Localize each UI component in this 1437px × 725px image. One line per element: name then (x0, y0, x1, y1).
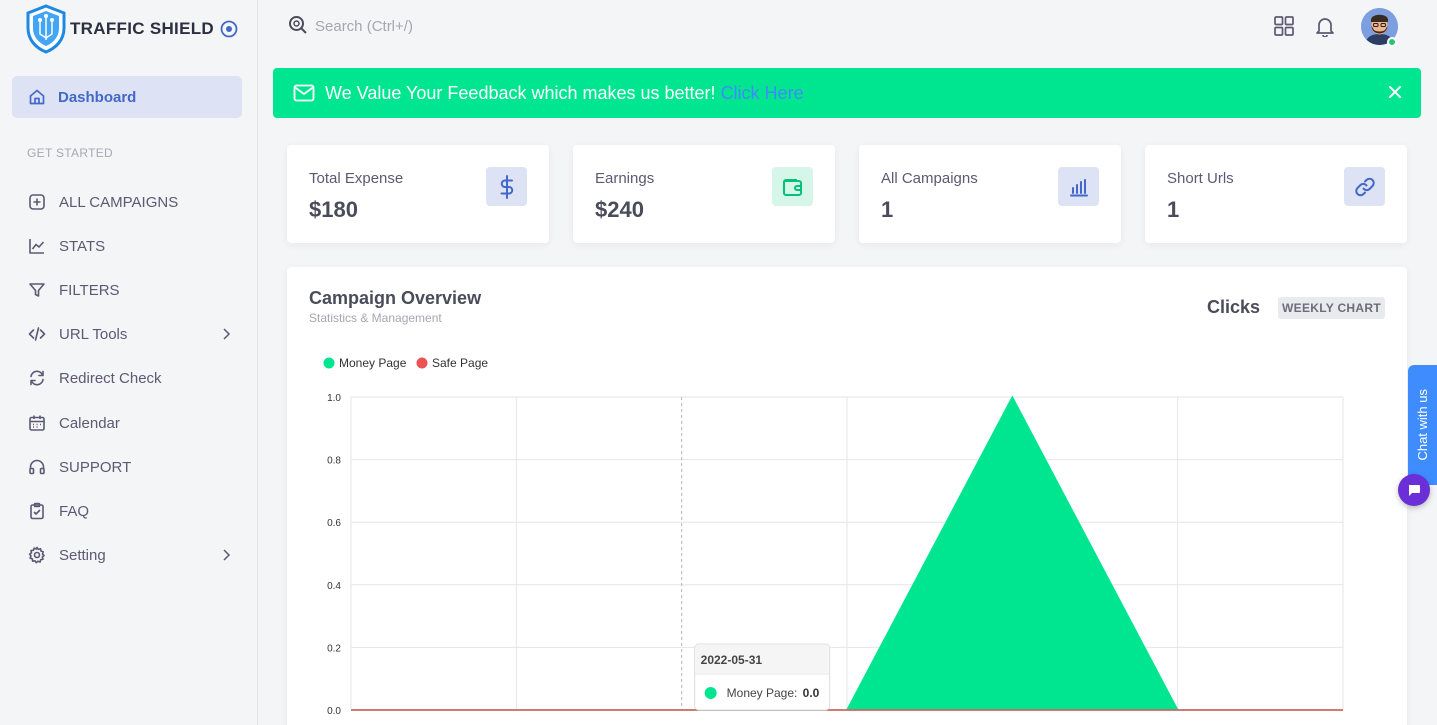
sidebar-item-label: Calendar (59, 414, 120, 432)
panel-metric-label: Clicks (1207, 297, 1261, 317)
code-icon (28, 327, 46, 341)
panel-subtitle: Statistics & Management (309, 311, 442, 325)
sidebar-item-filters[interactable]: FILTERS (28, 278, 238, 302)
sidebar-item-label: Setting (59, 546, 106, 564)
stat-card-earnings: Earnings $240 (573, 145, 835, 243)
sidebar-item-label: Dashboard (58, 88, 137, 106)
card-value: $240 (595, 197, 644, 222)
home-icon (29, 89, 45, 105)
card-value: $180 (309, 197, 358, 222)
sidebar-toggle-icon[interactable] (220, 20, 238, 38)
y-tick-label: 0.2 (327, 643, 341, 654)
y-tick-label: 1.0 (327, 393, 341, 404)
card-title: All Campaigns (881, 170, 978, 187)
tooltip-marker (704, 687, 717, 699)
sidebar-item-all-campaigns[interactable]: ALL CAMPAIGNS (28, 190, 238, 214)
apps-grid-icon[interactable] (1273, 15, 1295, 37)
clicks-area-chart: Money Page Safe Page 0.0 0.2 0.4 0.6 0.8 1.0 202… (323, 356, 1344, 717)
sidebar-item-label: URL Tools (59, 325, 128, 343)
search-icon (289, 16, 307, 34)
sidebar-item-stats[interactable]: STATS (28, 234, 238, 258)
sidebar-item-label: SUPPORT (59, 458, 132, 476)
weekly-chart-badge[interactable]: WEEKLY CHART (1278, 297, 1385, 319)
sidebar-item-label: STATS (59, 237, 106, 255)
sidebar-item-dashboard[interactable]: Dashboard (12, 76, 242, 118)
legend-label: Money Page (339, 356, 407, 370)
y-tick-label: 0.6 (327, 518, 341, 529)
chat-tab[interactable]: Chat with us (1408, 365, 1437, 485)
gear-icon (28, 546, 45, 564)
card-icon-box (486, 167, 527, 206)
brand-name: TRAFFIC SHIELD (70, 19, 214, 38)
bell-icon[interactable] (1314, 15, 1336, 37)
sidebar-item-calendar[interactable]: Calendar (28, 411, 238, 435)
tooltip-date: 2022-05-31 (701, 653, 763, 667)
section-header: GET STARTED (27, 146, 113, 160)
y-tick-label: 0.0 (327, 706, 341, 717)
online-status-dot (1387, 37, 1397, 47)
card-icon-box (1344, 167, 1385, 206)
legend-marker (416, 357, 428, 369)
wallet-icon (782, 178, 802, 196)
tooltip-value: 0.0 (803, 686, 820, 700)
card-icon-box (1058, 167, 1099, 206)
campaign-overview-panel: Campaign Overview Statistics & Managemen… (287, 267, 1407, 725)
chevron-right-icon (223, 328, 231, 340)
refresh-icon (30, 370, 44, 386)
feedback-banner: We Value Your Feedback which makes us be… (273, 68, 1421, 118)
sidebar-item-setting[interactable]: Setting (28, 543, 238, 567)
chat-tab-label: Chat with us (1415, 389, 1430, 461)
dollar-icon (500, 174, 513, 199)
search-input[interactable] (315, 14, 615, 38)
sidebar-item-label: FAQ (59, 502, 90, 520)
stat-card-total-expense: Total Expense $180 (287, 145, 549, 243)
card-icon-box (772, 167, 813, 206)
line-chart-icon (29, 239, 45, 254)
legend-marker (323, 357, 335, 369)
sidebar-item-label: FILTERS (59, 281, 120, 299)
filter-icon (29, 283, 45, 297)
sidebar-item-label: Redirect Check (59, 369, 162, 387)
banner-link[interactable]: Click Here (721, 83, 804, 104)
plus-square-icon (29, 194, 45, 210)
stat-card-all-campaigns: All Campaigns 1 (859, 145, 1121, 243)
card-title: Short Urls (1167, 170, 1234, 187)
card-value: 1 (881, 197, 894, 222)
sidebar-item-redirect-check[interactable]: Redirect Check (28, 366, 238, 390)
legend-label: Safe Page (432, 356, 488, 370)
sidebar: TRAFFIC SHIELD Dashboard GET STARTED ALL… (0, 0, 258, 725)
card-title: Total Expense (309, 170, 404, 187)
banner-text: We Value Your Feedback which makes us be… (325, 82, 716, 103)
chevron-right-icon (223, 549, 231, 561)
sidebar-item-faq[interactable]: FAQ (28, 499, 238, 523)
clipboard-check-icon (30, 502, 44, 520)
card-title: Earnings (595, 170, 655, 187)
calendar-icon (29, 415, 45, 431)
stat-card-short-urls: Short Urls 1 (1145, 145, 1407, 243)
close-icon[interactable] (1387, 84, 1403, 100)
brand[interactable]: TRAFFIC SHIELD (24, 4, 238, 54)
tooltip-series-label: Money Page: (727, 686, 798, 700)
panel-title: Campaign Overview (309, 288, 482, 308)
y-tick-label: 0.4 (327, 581, 341, 592)
chat-bubble-button[interactable] (1398, 474, 1430, 506)
chat-icon (1408, 485, 1420, 496)
y-tick-label: 0.8 (327, 456, 341, 467)
shield-logo-icon (26, 4, 66, 54)
bar-chart-icon (1069, 178, 1088, 196)
card-value: 1 (1167, 197, 1180, 222)
mail-icon (293, 84, 315, 102)
sidebar-item-support[interactable]: SUPPORT (28, 455, 238, 479)
headphones-icon (29, 459, 45, 475)
link-icon (1354, 177, 1375, 196)
sidebar-item-url-tools[interactable]: URL Tools (28, 322, 238, 346)
sidebar-item-label: ALL CAMPAIGNS (59, 193, 179, 211)
